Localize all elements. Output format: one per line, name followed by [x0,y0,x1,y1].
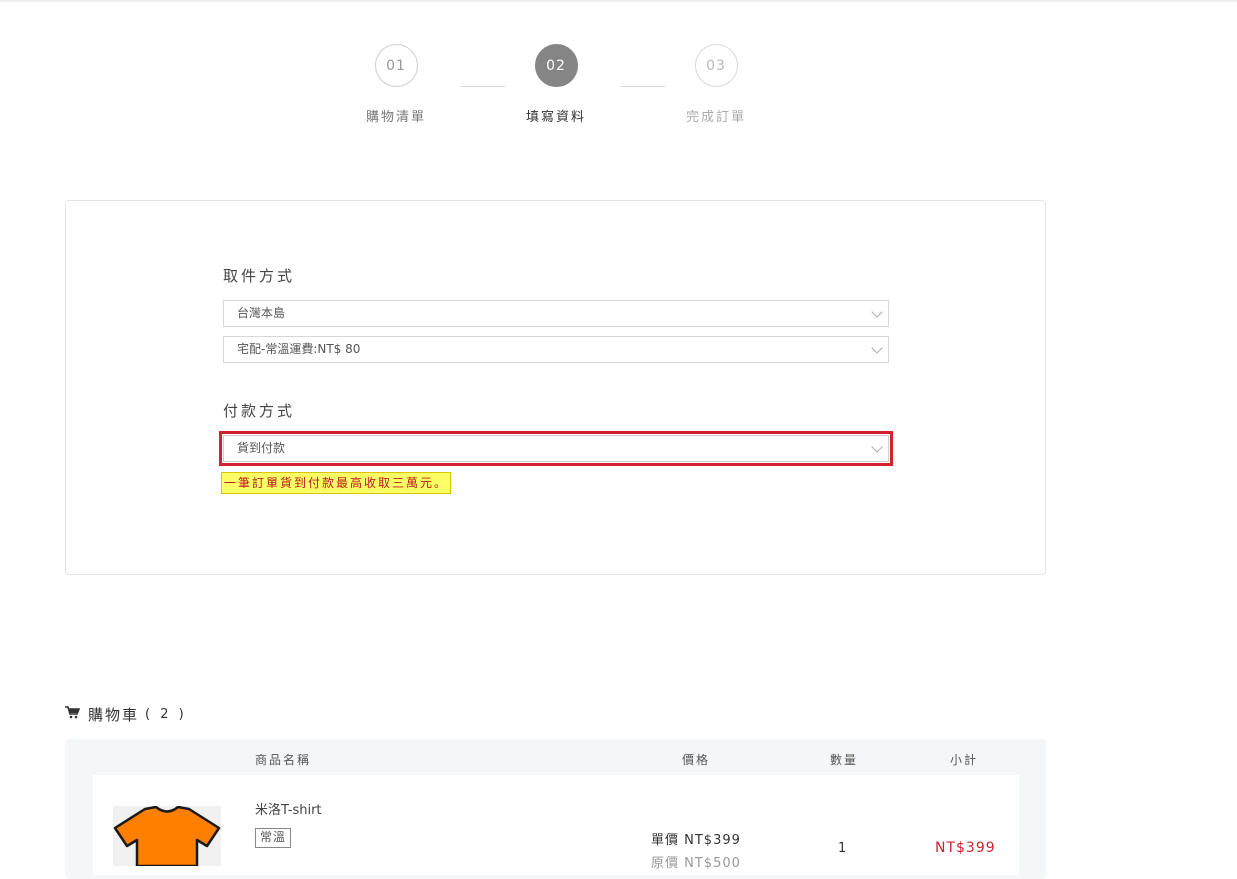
step-label: 填寫資料 [525,110,586,125]
item-subtotal: NT$399 [935,840,996,856]
shipping-select[interactable]: 宅配-常溫運費:NT$ 80 [223,336,889,363]
pickup-method-title: 取件方式 [223,267,296,285]
header-subtotal: 小計 [950,753,979,767]
product-image[interactable] [113,805,221,868]
step-fill-info: 02 填寫資料 [516,44,596,125]
step-cart-list: 01 購物清單 [356,44,436,125]
chevron-down-icon [871,306,883,318]
payment-select-value: 貨到付款 [237,441,286,455]
top-bar-shadow [0,0,1237,3]
step-complete-order: 03 完成訂單 [676,44,756,125]
region-select-value: 台灣本島 [237,306,286,320]
step-label: 購物清單 [365,110,426,125]
step-connector [460,86,506,87]
payment-method-select[interactable]: 貨到付款 [219,431,893,466]
header-price: 價格 [682,753,711,767]
header-product-name: 商品名稱 [255,753,312,767]
header-quantity: 數量 [830,753,859,767]
original-price: 原價 NT$500 [651,856,741,871]
table-row [93,775,1019,875]
step-label: 完成訂單 [685,110,746,125]
product-name[interactable]: 米洛T-shirt [255,799,322,818]
cart-icon [65,705,81,723]
chevron-down-icon [871,342,883,354]
checkout-form-panel [65,200,1046,575]
region-select[interactable]: 台灣本島 [223,300,889,327]
chevron-down-icon [871,441,883,453]
cart-title: 購物車 [88,705,140,724]
step-number: 01 [374,44,418,87]
payment-method-title: 付款方式 [223,402,296,420]
cart-count: ( 2 ) [145,706,187,722]
quantity-value: 1 [838,841,847,856]
cart-heading: 購物車 ( 2 ) [65,703,187,725]
step-connector [620,86,666,87]
unit-price: 單價 NT$399 [651,833,741,848]
cod-limit-notice: 一筆訂單貨到付款最高收取三萬元。 [221,472,452,494]
storage-tag: 常溫 [255,828,292,848]
step-number: 02 [534,44,578,87]
shipping-select-value: 宅配-常溫運費:NT$ 80 [237,342,361,356]
step-number: 03 [694,44,738,87]
